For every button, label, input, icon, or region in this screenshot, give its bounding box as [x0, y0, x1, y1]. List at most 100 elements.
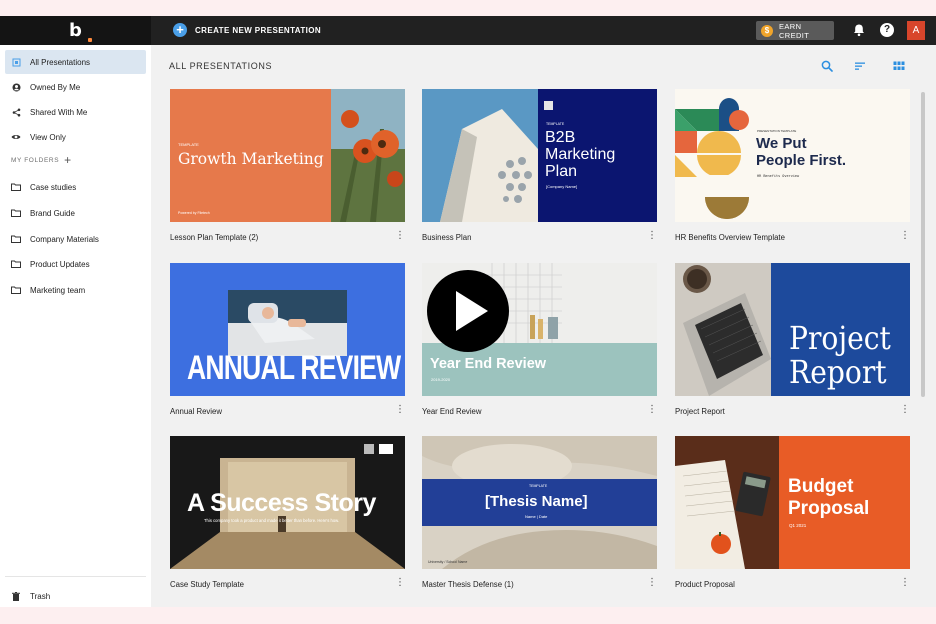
sidebar: All Presentations Owned By Me Shared Wit… [0, 45, 151, 607]
bell-icon[interactable] [852, 23, 866, 37]
card-title[interactable]: HR Benefits Overview Template [675, 233, 785, 242]
app-logo[interactable]: b [0, 16, 151, 45]
card-title[interactable]: Business Plan [422, 233, 471, 242]
sidebar-item-label: View Only [30, 132, 66, 142]
card-title[interactable]: Product Proposal [675, 580, 735, 589]
sidebar-item-shared-with-me[interactable]: Shared With Me [5, 100, 146, 124]
thumb-tag: TEMPLATE [546, 122, 565, 126]
card-thumbnail[interactable]: A Success Story This company took a prod… [170, 436, 405, 569]
eye-icon [11, 132, 21, 142]
more-options-icon[interactable]: ⋮ [395, 405, 405, 415]
presentations-icon [11, 57, 21, 67]
thumb-tag: TEMPLATE [178, 142, 199, 147]
folder-item-company-materials[interactable]: Company Materials [5, 227, 146, 251]
more-options-icon[interactable]: ⋮ [395, 231, 405, 241]
thumb-heading: ANNUAL REVIEW [187, 349, 401, 387]
thumb-heading: Budget [788, 476, 854, 497]
page-title: ALL PRESENTATIONS [169, 61, 273, 71]
sidebar-item-label: Shared With Me [30, 107, 88, 117]
card-title[interactable]: Case Study Template [170, 580, 244, 589]
more-options-icon[interactable]: ⋮ [395, 578, 405, 588]
more-options-icon[interactable]: ⋮ [900, 578, 910, 588]
card-title[interactable]: Master Thesis Defense (1) [422, 580, 514, 589]
presentation-card[interactable]: ANNUAL REVIEW Annual Review ⋮ [170, 263, 405, 416]
create-presentation-label: CREATE NEW PRESENTATION [195, 25, 322, 35]
thumb-sub: [Company Name] [546, 184, 578, 189]
presentation-card[interactable]: TEMPLATE B2B Marketing Plan [Company Nam… [422, 89, 657, 242]
logo-dot [87, 38, 92, 42]
thumb-heading: Year End Review [430, 356, 547, 372]
card-thumbnail[interactable]: ANNUAL REVIEW [170, 263, 405, 396]
folder-icon [11, 285, 21, 295]
thumb-heading: Project [789, 319, 891, 357]
thumb-heading: Plan [545, 163, 578, 180]
card-thumbnail[interactable]: Year End Review 2019-2020 [422, 263, 657, 396]
presentation-card[interactable]: Project Report Project Report ⋮ [675, 263, 910, 416]
card-title[interactable]: Annual Review [170, 407, 222, 416]
thumb-tag: TEMPLATE [529, 484, 548, 488]
folder-icon [11, 182, 21, 192]
card-title[interactable]: Year End Review [422, 407, 482, 416]
thumb-heading: A Success Story [187, 489, 376, 517]
card-thumbnail[interactable]: Project Report [675, 263, 910, 396]
card-thumbnail[interactable]: TEMPLATE [Thesis Name] Name | Date Unive… [422, 436, 657, 569]
folder-item-product-updates[interactable]: Product Updates [5, 252, 146, 276]
earn-credit-button[interactable]: $ EARN CREDIT [756, 21, 834, 40]
more-options-icon[interactable]: ⋮ [900, 405, 910, 415]
folder-icon [11, 259, 21, 269]
folder-item-brand-guide[interactable]: Brand Guide [5, 201, 146, 225]
thumb-heading: People First. [756, 152, 847, 169]
thumb-heading: Growth Marketing [178, 150, 324, 168]
card-thumbnail[interactable]: TEMPLATE Growth Marketing Powered by Fil… [170, 89, 405, 222]
sidebar-item-label: All Presentations [30, 57, 91, 67]
thumb-sub: 2019-2020 [431, 377, 451, 382]
folder-icon [11, 208, 21, 218]
sidebar-item-trash[interactable]: Trash [5, 584, 146, 608]
thumb-sub: HR Benefits Overview [757, 174, 800, 178]
sidebar-divider [5, 576, 146, 577]
play-video-button[interactable] [427, 270, 509, 352]
card-thumbnail[interactable]: TEMPLATE B2B Marketing Plan [Company Nam… [422, 89, 657, 222]
more-options-icon[interactable]: ⋮ [647, 578, 657, 588]
folder-item-case-studies[interactable]: Case studies [5, 175, 146, 199]
scrollbar[interactable] [921, 92, 925, 397]
sidebar-item-all-presentations[interactable]: All Presentations [5, 50, 146, 74]
thumb-heading: We Put [756, 135, 807, 152]
add-folder-icon[interactable]: + [64, 154, 72, 166]
presentation-card[interactable]: TEMPLATE Growth Marketing Powered by Fil… [170, 89, 405, 242]
card-title[interactable]: Project Report [675, 407, 725, 416]
main-content: ALL PRESENTATIONS TEMPLATE Growth Market… [151, 45, 936, 607]
thumb-heading: B2B [545, 129, 576, 146]
card-title[interactable]: Lesson Plan Template (2) [170, 233, 258, 242]
folder-label: Case studies [30, 182, 77, 192]
presentation-card[interactable]: A Success Story This company took a prod… [170, 436, 405, 589]
help-icon[interactable]: ? [880, 23, 894, 37]
sidebar-item-view-only[interactable]: View Only [5, 125, 146, 149]
sidebar-item-owned-by-me[interactable]: Owned By Me [5, 75, 146, 99]
sidebar-item-label: Trash [30, 591, 51, 601]
sort-icon[interactable] [854, 60, 866, 72]
thumb-heading: Marketing [545, 146, 616, 163]
earn-credit-label: EARN CREDIT [778, 21, 810, 40]
share-icon [11, 107, 21, 117]
thumb-heading: Proposal [788, 498, 870, 519]
trash-icon [11, 591, 21, 601]
create-presentation-button[interactable]: + CREATE NEW PRESENTATION [173, 23, 321, 37]
search-icon[interactable] [821, 60, 833, 72]
card-thumbnail[interactable]: PRESENTATION TEMPLATE We Put People Firs… [675, 89, 910, 222]
thumb-heading: [Thesis Name] [485, 493, 588, 510]
folder-item-marketing-team[interactable]: Marketing team [5, 278, 146, 302]
more-options-icon[interactable]: ⋮ [647, 231, 657, 241]
more-options-icon[interactable]: ⋮ [647, 405, 657, 415]
presentation-card[interactable]: TEMPLATE [Thesis Name] Name | Date Unive… [422, 436, 657, 589]
presentation-card[interactable]: Year End Review 2019-2020 Year End Revie… [422, 263, 657, 416]
avatar[interactable]: A [907, 21, 925, 40]
grid-view-icon[interactable] [893, 60, 905, 72]
thumb-heading: Report [789, 353, 887, 391]
thumb-sub: Q1 2021 [789, 523, 807, 528]
presentation-card[interactable]: PRESENTATION TEMPLATE We Put People Firs… [675, 89, 910, 242]
my-folders-heading: MY FOLDERS + [11, 154, 72, 166]
more-options-icon[interactable]: ⋮ [900, 231, 910, 241]
presentation-card[interactable]: Budget Proposal Q1 2021 Product Proposal… [675, 436, 910, 589]
card-thumbnail[interactable]: Budget Proposal Q1 2021 [675, 436, 910, 569]
